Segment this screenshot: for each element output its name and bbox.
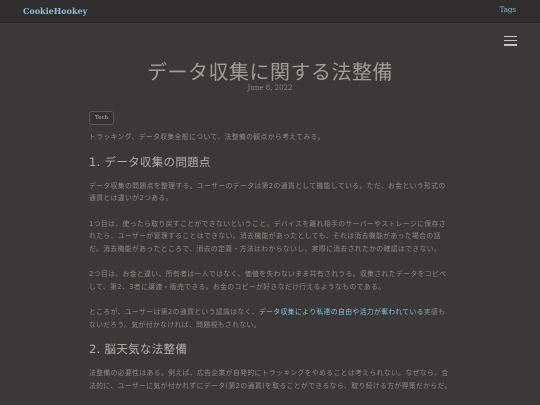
section1-paragraph-4: ところが、ユーザーは第2の通貨という認識はなく、データ収集により私達の自由や活力…: [89, 306, 452, 331]
para4-text-before: ところが、ユーザーは第2の通貨という認識はなく、: [89, 308, 259, 316]
section1-paragraph-2: 1つ目は、使ったら取り戻すことができないということ。デバイスを離れ相手のサーバー…: [89, 219, 446, 253]
inline-article-link[interactable]: データ収集により私達の自由や活力が奪われている: [259, 308, 424, 316]
article-body: トラッキング、データ収集全般について、法整備の観点から考えてみる。 1. データ…: [89, 131, 452, 392]
top-navbar: CookieHookey Tags: [0, 0, 540, 23]
tag-badge-tech[interactable]: Tech: [89, 111, 115, 125]
tags-link[interactable]: Tags: [500, 6, 516, 14]
section1-paragraph-3: 2つ目は、お金と違い、所有者は一人ではなく、価値を失わないまま共有されうる。収集…: [89, 270, 447, 291]
hamburger-menu-icon[interactable]: [504, 36, 517, 46]
section2-paragraph-1: 法整備の必要性はある。例えば、広告企業が自発的にトラッキングをやめることは考えら…: [89, 369, 452, 390]
section1-paragraph-1: データ収集の問題点を整理する。ユーザーのデータは第2の通貨として機能している。た…: [89, 181, 446, 203]
section-heading-1: 1. データ収集の問題点: [89, 154, 211, 169]
post-date: June 8, 2022: [247, 84, 293, 92]
section-heading-2: 2. 脳天気な法整備: [89, 342, 188, 356]
page-title: データ収集に関する法整備: [147, 60, 393, 84]
brand-logo-link[interactable]: CookieHookey: [23, 6, 87, 16]
intro-paragraph: トラッキング、データ収集全般について、法整備の観点から考えてみる。: [89, 133, 325, 141]
